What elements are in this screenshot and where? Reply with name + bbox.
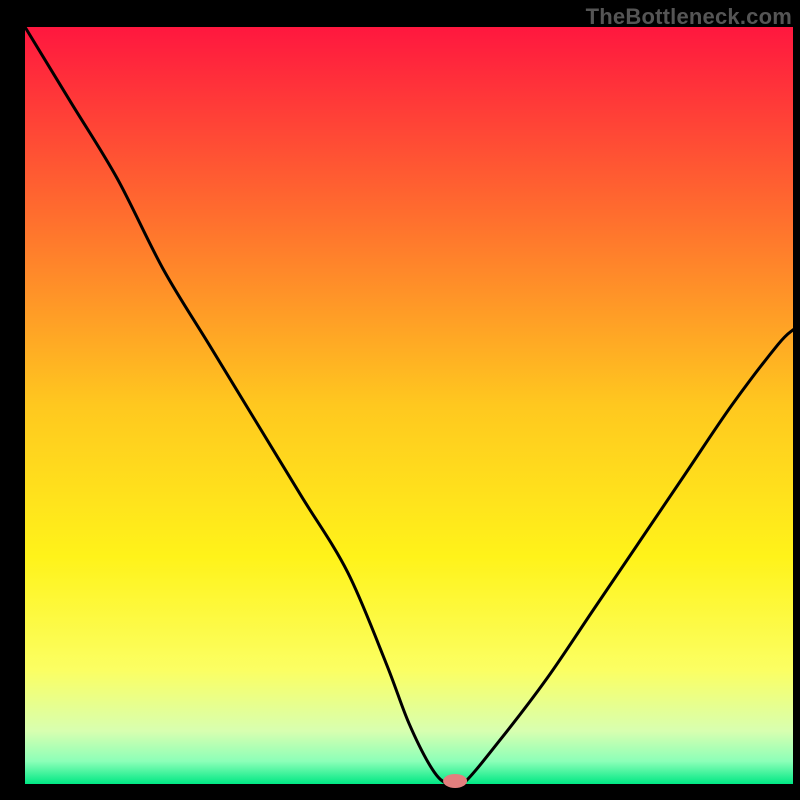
plot-background [25,27,793,784]
bottleneck-chart [0,0,800,800]
watermark-label: TheBottleneck.com [586,4,792,30]
chart-container: TheBottleneck.com [0,0,800,800]
optimum-marker [443,774,467,788]
